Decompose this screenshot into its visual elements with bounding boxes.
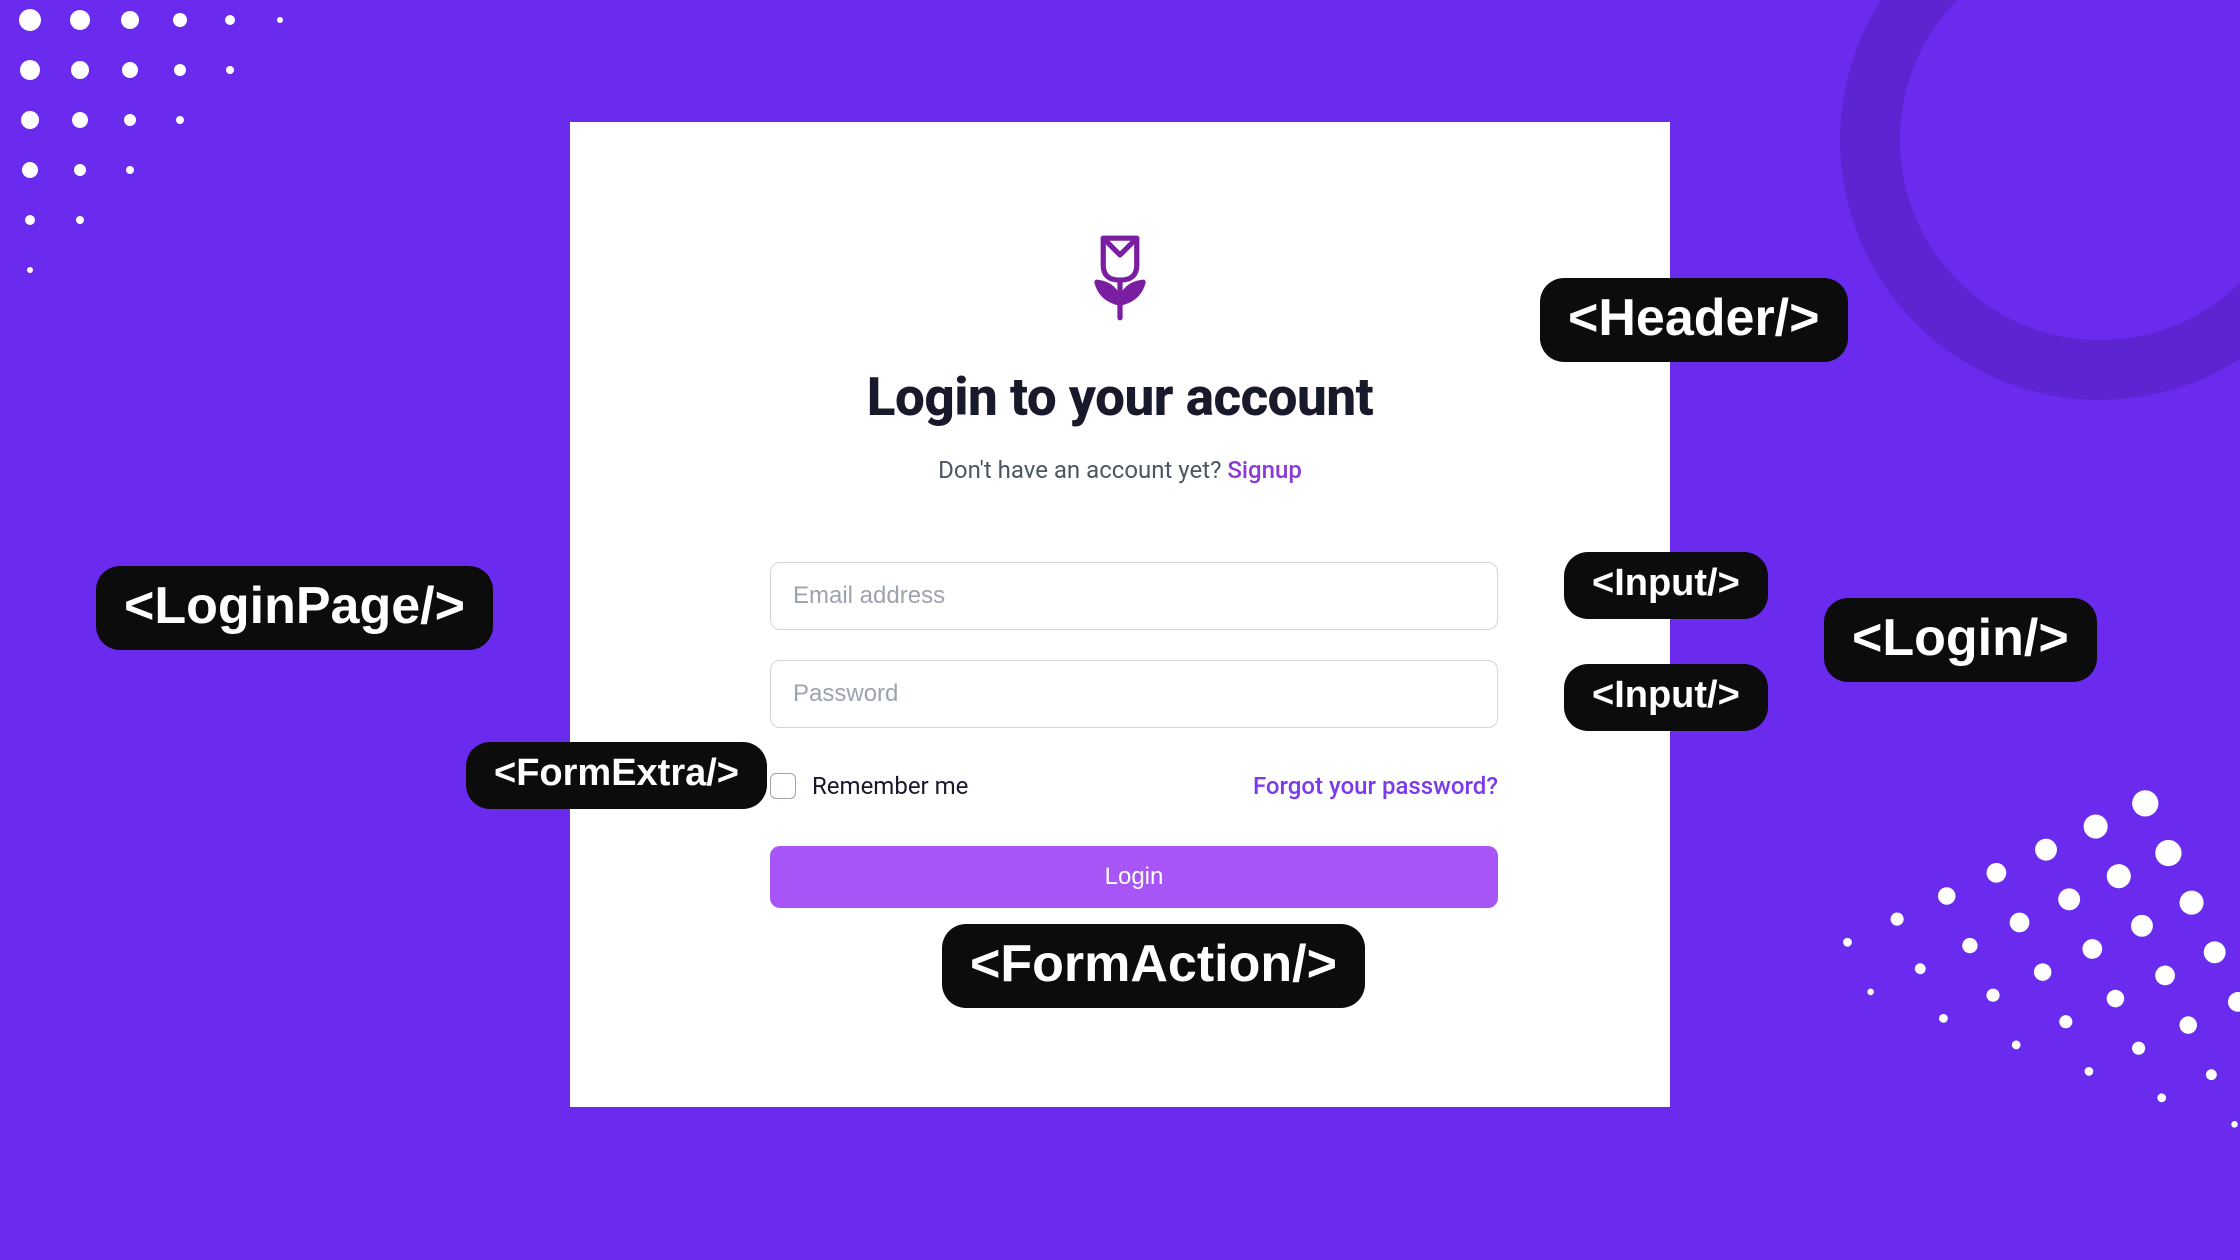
password-input[interactable] [770,660,1498,728]
login-button[interactable]: Login [770,846,1498,908]
annotation-formaction: <FormAction/> [942,924,1365,1008]
annotation-loginpage: <LoginPage/> [96,566,493,650]
annotation-formextra: <FormExtra/> [466,742,767,809]
forgot-password-link[interactable]: Forgot your password? [1253,772,1498,800]
signup-prompt: Don't have an account yet? [938,456,1227,484]
remember-label: Remember me [812,772,968,800]
form-extra-row: Remember me Forgot your password? [770,772,1498,800]
annotation-login: <Login/> [1824,598,2097,682]
logo-wrap [770,234,1470,322]
email-input[interactable] [770,562,1498,630]
dots-decor-top-left [0,0,380,360]
annotation-header: <Header/> [1540,278,1848,362]
login-form: Remember me Forgot your password? Login [770,562,1498,908]
annotation-input-1: <Input/> [1564,552,1768,619]
signup-line: Don't have an account yet? Signup [770,456,1470,484]
flower-logo-icon [1086,234,1154,322]
remember-checkbox[interactable] [770,773,796,799]
dots-decor-bottom-right [1734,764,2240,1260]
ring-decor [1840,0,2240,400]
signup-link[interactable]: Signup [1227,456,1301,484]
remember-me[interactable]: Remember me [770,772,968,800]
annotation-input-2: <Input/> [1564,664,1768,731]
page-title: Login to your account [770,366,1470,428]
